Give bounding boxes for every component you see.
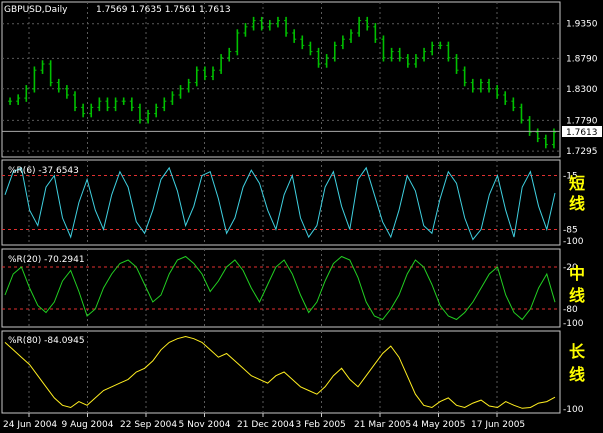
hint-mid-1: 中 <box>569 264 585 283</box>
price-frame <box>1 1 561 158</box>
wr20-panel[interactable]: -20-80-100 <box>2 255 584 330</box>
wr6-panel[interactable]: -15-85-100 <box>2 166 584 247</box>
x-axis-date-label: 17 Jun 2005 <box>471 420 525 430</box>
wr6-label: %R(6) -37.6543 <box>8 166 79 176</box>
price-tick-label: 1.7295 <box>566 147 598 157</box>
price-tick-label: 1.9350 <box>566 20 598 30</box>
symbol-label: GBPUSD,Daily <box>4 5 68 15</box>
hint-mid-2: 线 <box>569 286 585 305</box>
current-price-badge-label: 1.7613 <box>566 128 598 138</box>
x-axis-date-label: 22 Sep 2004 <box>120 420 177 430</box>
x-axis-dates: 24 Jun 2004 9 Aug 2004 22 Sep 2004 5 Nov 20… <box>3 413 525 430</box>
price-tick-label: 1.8790 <box>566 54 598 64</box>
wr80-level-tick: -100 <box>563 405 584 415</box>
wr6-level-tick: -100 <box>563 237 584 247</box>
wr80-panel[interactable]: -100 <box>4 335 584 416</box>
price-tick-label: 1.8300 <box>566 85 598 95</box>
x-axis-date-label: 9 Aug 2004 <box>62 420 114 430</box>
hint-short-1: 短 <box>569 174 585 193</box>
hint-short-2: 线 <box>569 194 585 213</box>
stock-chart-window[interactable]: 1.9350 1.8790 1.8300 1.7790 1.7295 1.7613 GB… <box>0 0 603 433</box>
x-axis-date-label: 21 Mar 2005 <box>354 420 411 430</box>
wr20-label: %R(20) -70.2941 <box>8 255 85 265</box>
wr6-frame <box>1 159 561 246</box>
wr20-level-tick: -100 <box>563 319 584 329</box>
price-tick-label: 1.7790 <box>566 116 598 126</box>
x-axis-date-label: 24 Jun 2004 <box>3 420 57 430</box>
wr6-line <box>4 166 556 241</box>
wr20-level-tick: -80 <box>563 305 578 315</box>
wr20-frame <box>1 248 561 328</box>
hint-long-1: 长 <box>569 342 586 361</box>
x-axis-date-label: 3 Feb 2005 <box>296 420 346 430</box>
x-axis-date-label: 5 Nov 2004 <box>179 420 231 430</box>
x-axis-date-label: 21 Dec 2004 <box>237 420 295 430</box>
hint-long-2: 线 <box>569 365 585 384</box>
ohlc-label: 1.7569 1.7635 1.7561 1.7613 <box>96 5 231 15</box>
wr80-label: %R(80) -84.0945 <box>8 336 85 346</box>
price-bars[interactable] <box>8 16 556 149</box>
price-panel-grid <box>2 23 560 152</box>
wr80-frame <box>1 330 561 414</box>
x-axis-date-label: 4 May 2005 <box>413 420 466 430</box>
wr6-level-tick: -85 <box>563 225 578 235</box>
